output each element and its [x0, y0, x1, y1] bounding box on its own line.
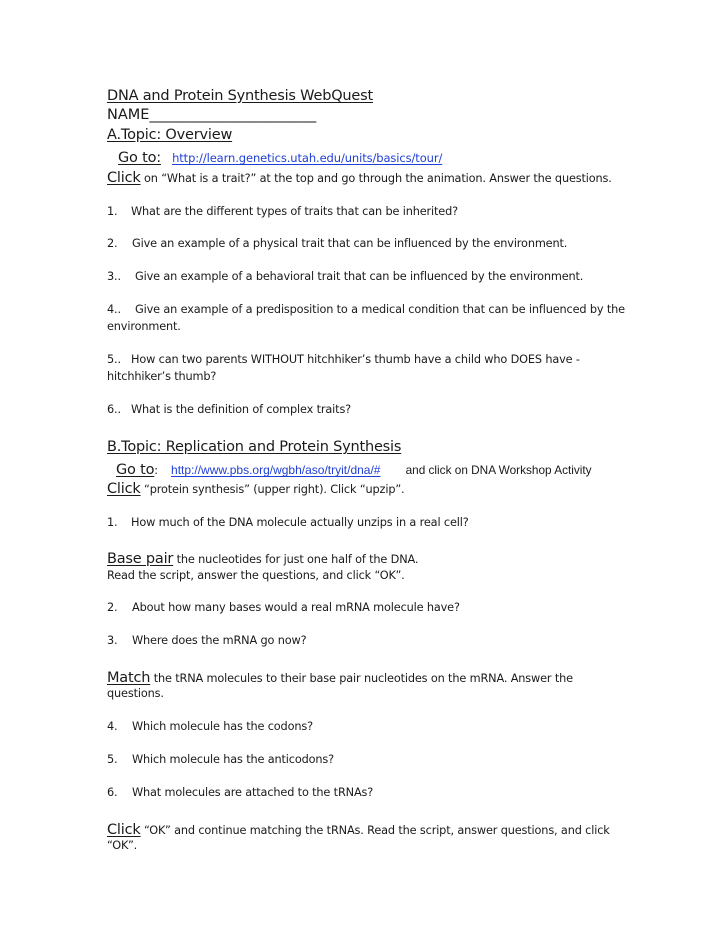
question-a1: 1. What are the different types of traits… — [107, 205, 458, 218]
question-text: Give an example of a physical trait that… — [132, 237, 568, 250]
question-a3: 3.. Give an example of a behavioral trait… — [107, 270, 583, 283]
document-page: DNA and Protein Synthesis WebQuest NAME_… — [0, 0, 728, 942]
question-a5: 5.. How can two parents WITHOUT hitchhike… — [107, 353, 580, 366]
genetics-utah-link[interactable]: http://learn.genetics.utah.edu/units/bas… — [172, 151, 442, 165]
question-a6: 6.. What is the definition of complex tra… — [107, 403, 351, 416]
question-text: Give an example of a predisposition to a… — [135, 303, 625, 316]
question-text: How much of the DNA molecule actually un… — [131, 516, 469, 529]
question-text: What molecules are attached to the tRNAs… — [132, 786, 374, 799]
click-label: Click — [107, 822, 141, 838]
click-instruction-text: on “What is a trait?” at the top and go … — [140, 172, 612, 185]
question-b1: 1. How much of the DNA molecule actually … — [107, 516, 469, 529]
question-number: 4. — [107, 720, 118, 733]
name-field-label: NAME_______________________ — [107, 107, 317, 123]
question-number: 6. — [107, 786, 118, 799]
question-b3: 3. Where does the mRNA go now? — [107, 634, 307, 647]
question-number: 1. — [107, 516, 118, 529]
section-a-heading: A.Topic: Overview — [107, 127, 233, 143]
question-b5: 5. Which molecule has the anticodons? — [107, 753, 334, 766]
click-instruction-text: “protein synthesis” (upper right). Click… — [140, 483, 405, 496]
document-title: DNA and Protein Synthesis WebQuest — [107, 88, 373, 104]
question-number: 5. — [107, 753, 118, 766]
match-label: Match — [107, 670, 151, 686]
question-number: 2. — [107, 601, 118, 614]
final-click-continuation: “OK”. — [107, 839, 138, 852]
question-a4: 4.. Give an example of a predisposition t… — [107, 303, 625, 316]
final-click-text: “OK” and continue matching the tRNAs. Re… — [140, 824, 610, 837]
base-pair-label: Base pair — [107, 551, 174, 567]
question-number: 5.. — [107, 353, 121, 366]
click-label: Click — [107, 481, 141, 497]
section-b-instruction: Click “protein synthesis” (upper right).… — [107, 478, 405, 497]
question-text: How can two parents WITHOUT hitchhiker’s… — [131, 353, 580, 366]
question-number: 4.. — [107, 303, 121, 316]
question-b2: 2. About how many bases would a real mRNA… — [107, 601, 460, 614]
question-text: About how many bases would a real mRNA m… — [132, 601, 460, 614]
question-number: 6.. — [107, 403, 121, 416]
question-number: 1. — [107, 205, 118, 218]
goto-after-text: and click on DNA Workshop Activity — [405, 463, 592, 477]
pbs-dna-link[interactable]: http://www.pbs.org/wgbh/aso/tryit/dna/# — [171, 463, 380, 477]
question-a4-continuation: environment. — [107, 320, 181, 333]
goto-colon: : — [154, 464, 158, 477]
question-a2: 2. Give an example of a physical trait th… — [107, 237, 567, 250]
question-number: 2. — [107, 237, 118, 250]
match-continuation: questions. — [107, 687, 164, 700]
section-a-goto: Go to: http://learn.genetics.utah.edu/un… — [118, 147, 442, 166]
match-text: the tRNA molecules to their base pair nu… — [150, 672, 573, 685]
goto-label: Go to: — [118, 150, 161, 166]
question-b6: 6. What molecules are attached to the tRN… — [107, 786, 373, 799]
match-instruction: Match the tRNA molecules to their base p… — [107, 667, 573, 686]
section-b-goto: Go to: http://www.pbs.org/wgbh/aso/tryit… — [116, 459, 592, 478]
question-text: What is the definition of complex traits… — [131, 403, 352, 416]
goto-label: Go to — [116, 462, 155, 478]
question-text: Which molecule has the anticodons? — [132, 753, 334, 766]
base-pair-instruction: Base pair the nucleotides for just one h… — [107, 548, 418, 567]
question-a5-continuation: hitchhiker’s thumb? — [107, 370, 217, 383]
question-text: Which molecule has the codons? — [132, 720, 313, 733]
question-number: 3.. — [107, 270, 121, 283]
question-text: Where does the mRNA go now? — [132, 634, 307, 647]
final-click-instruction: Click “OK” and continue matching the tRN… — [107, 819, 610, 838]
base-pair-text: the nucleotides for just one half of the… — [173, 553, 419, 566]
question-text: Give an example of a behavioral trait th… — [135, 270, 584, 283]
question-text: What are the different types of traits t… — [131, 205, 458, 218]
section-a-instruction: Click on “What is a trait?” at the top a… — [107, 167, 612, 186]
question-number: 3. — [107, 634, 118, 647]
section-b-heading: B.Topic: Replication and Protein Synthes… — [107, 439, 402, 455]
question-b4: 4. Which molecule has the codons? — [107, 720, 313, 733]
read-script-instruction: Read the script, answer the questions, a… — [107, 569, 405, 582]
click-label: Click — [107, 170, 141, 186]
